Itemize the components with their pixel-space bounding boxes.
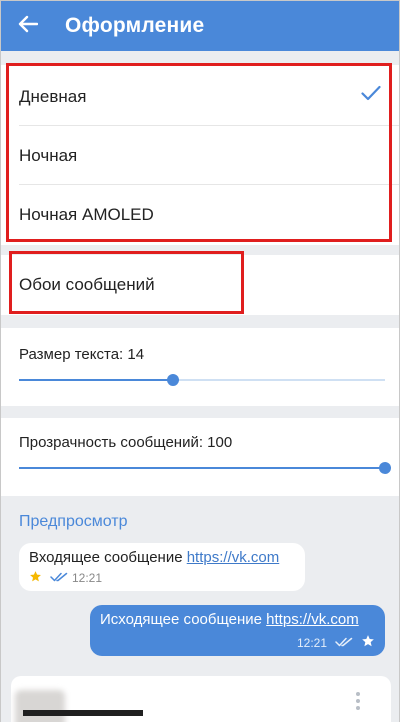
slider-thumb[interactable] [379, 462, 391, 474]
message-time: 12:21 [72, 571, 103, 585]
message-meta: 12:21 [100, 634, 375, 651]
text-size-slider[interactable] [19, 373, 385, 387]
message-meta: 12:21 [29, 570, 295, 586]
double-check-icon [335, 636, 353, 650]
app-bar: Оформление [1, 1, 399, 51]
slider-fill [19, 467, 385, 469]
theme-option-label: Ночная AMOLED [19, 204, 154, 224]
theme-option-label: Ночная [19, 145, 78, 165]
text-size-section: Размер текста: 14 [1, 328, 399, 406]
wallpaper-section: Обои сообщений [1, 255, 399, 315]
page-title: Оформление [65, 14, 205, 37]
message-text: Исходящее сообщение [100, 611, 267, 628]
theme-option-night-amoled[interactable]: Ночная AMOLED [1, 185, 399, 244]
slider-fill [19, 379, 173, 381]
preview-section: Предпросмотр Входящее сообщение https://… [1, 496, 399, 722]
transparency-section: Прозрачность сообщений: 100 [1, 418, 399, 496]
theme-option-day[interactable]: Дневная [1, 67, 399, 126]
incoming-message-bubble: Входящее сообщение https://vk.com 12:21 [19, 543, 305, 591]
slider-thumb[interactable] [166, 374, 179, 386]
theme-option-night[interactable]: Ночная [1, 126, 399, 185]
blurred-avatar [15, 690, 65, 722]
checkmark-icon [361, 85, 381, 106]
transparency-slider[interactable] [19, 461, 391, 475]
message-link[interactable]: https://vk.com [187, 549, 280, 566]
double-check-icon [50, 571, 68, 585]
star-icon [361, 634, 375, 651]
blurred-text [23, 710, 143, 716]
wallpaper-option[interactable]: Обои сообщений [1, 255, 399, 315]
wallpaper-label: Обои сообщений [19, 275, 155, 294]
star-icon [29, 570, 42, 586]
theme-option-label: Дневная [19, 86, 87, 106]
outgoing-message-bubble: Исходящее сообщение https://vk.com 12:21 [90, 605, 385, 656]
outgoing-message-text: Исходящее сообщение https://vk.com [100, 611, 375, 628]
message-text: Входящее сообщение [29, 549, 187, 566]
preview-title: Предпросмотр [19, 513, 128, 530]
transparency-label: Прозрачность сообщений: 100 [19, 434, 233, 451]
message-link[interactable]: https://vk.com [266, 611, 359, 628]
incoming-message-text: Входящее сообщение https://vk.com [29, 549, 295, 566]
back-button[interactable] [1, 1, 55, 51]
preview-post-card [11, 676, 391, 722]
message-time: 12:21 [296, 635, 327, 650]
text-size-label: Размер текста: 14 [19, 346, 145, 363]
arrow-left-icon [18, 15, 39, 38]
more-vertical-icon[interactable] [355, 691, 361, 716]
theme-list: Дневная Ночная Ночная AMOLED [1, 65, 399, 245]
